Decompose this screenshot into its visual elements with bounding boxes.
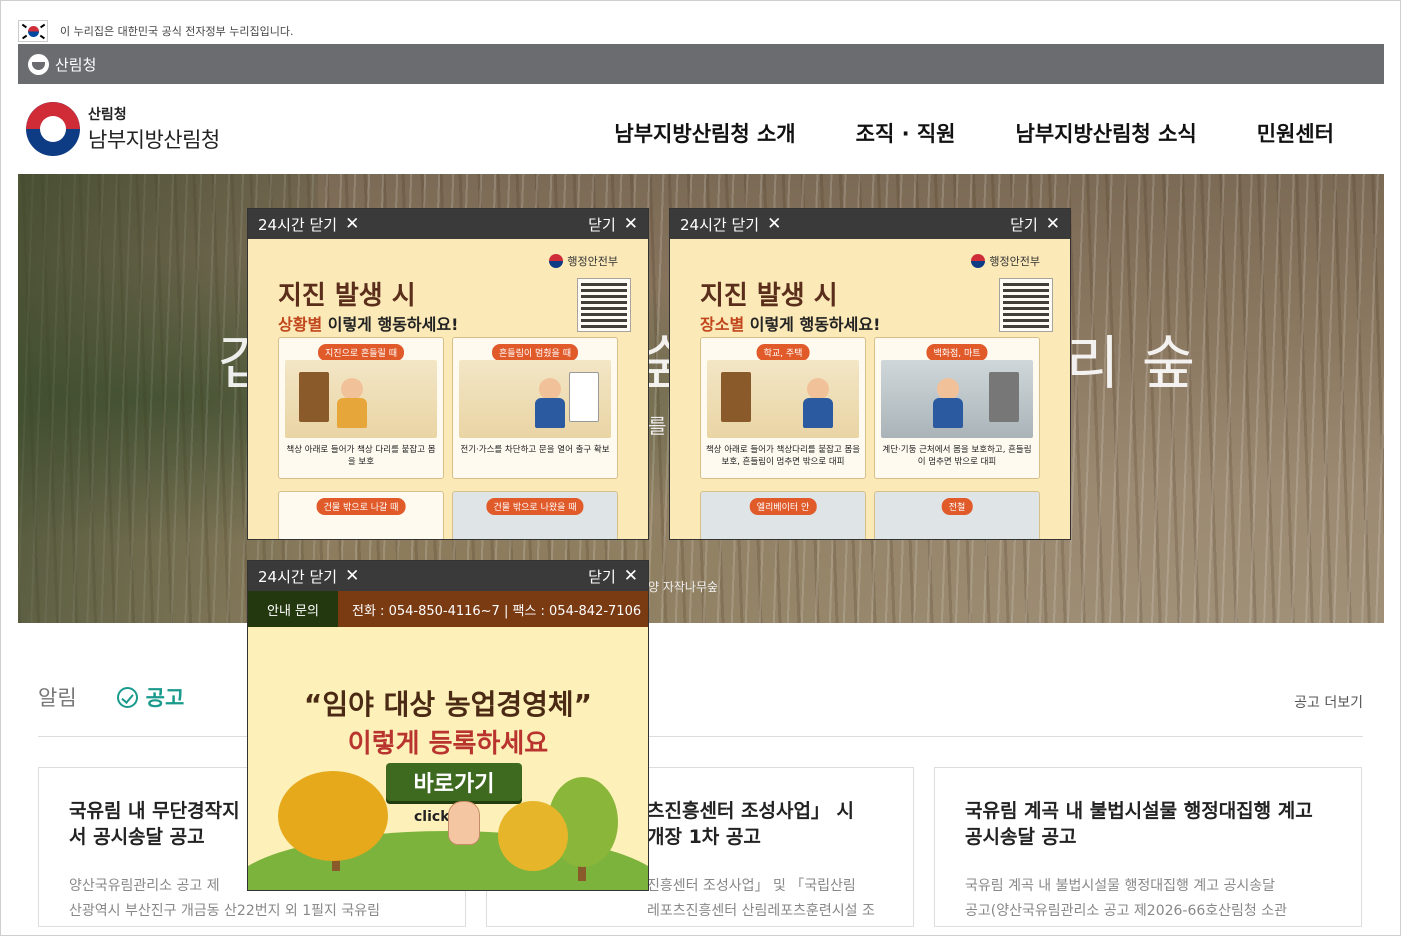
guide-panel: 지진으로 흔들릴 때 책상 아래로 들어가 책상 다리를 붙잡고 몸을 보호 (278, 337, 444, 479)
notice-card-desc: 국유림 계곡 내 불법시설물 행정대집행 계고 공시송달 공고(양산국유림관리소… (965, 878, 1288, 919)
guide-panel: 엘리베이터 안 (700, 491, 866, 539)
close-icon: ✕ (767, 213, 782, 234)
close-button[interactable]: 닫기 ✕ (588, 566, 638, 587)
tab-alarm[interactable]: 알림 (38, 682, 77, 712)
nav-item-intro[interactable]: 남부지방산림청 소개 (614, 118, 795, 148)
tab-notice[interactable]: 공고 (116, 682, 185, 712)
ministry-label: 행정안전부 (549, 253, 618, 269)
nav-item-organization[interactable]: 조직 · 직원 (856, 118, 956, 148)
nav-item-news[interactable]: 남부지방산림청 소식 (1016, 118, 1197, 148)
hero-caption: 양 자작나무숲 (648, 580, 719, 594)
close-icon: ✕ (345, 213, 360, 234)
guide-panel: 학교, 주택 책상 아래로 들어가 책상다리를 붙잡고 몸을 보호, 흔들림이 … (700, 337, 866, 479)
popup-subheading: 상황별 이렇게 행동하세요! (278, 315, 459, 334)
agency-bar: 산림청 (18, 44, 1384, 84)
hero-subtitle-fragment: 를 (648, 414, 667, 438)
click-label: click (414, 809, 450, 825)
popup-earthquake-place: 24시간 닫기 ✕ 닫기 ✕ 행정안전부 지진 발생 시 장소별 이렇게 행동하세요… (669, 208, 1071, 540)
close-button[interactable]: 닫기 ✕ (588, 214, 638, 235)
popup-heading: 지진 발생 시 (278, 281, 416, 311)
tree-illustration (498, 801, 568, 871)
ministry-label: 행정안전부 (971, 253, 1040, 269)
contact-label: 안내 문의 (248, 591, 338, 627)
forest-service-logo-icon (28, 53, 49, 75)
close-icon: ✕ (623, 213, 638, 234)
guide-panel: 흔들림이 멈췄을 때 전기·가스를 차단하고 문을 열어 출구 확보 (452, 337, 618, 479)
site-header: 산림청 남부지방산림청 남부지방산림청 소개 조직 · 직원 남부지방산림청 소… (18, 84, 1384, 174)
agency-bar-link[interactable]: 산림청 (55, 54, 96, 75)
close-24h-button[interactable]: 24시간 닫기 ✕ (258, 214, 359, 235)
logo-sub-text: 산림청 (88, 107, 127, 123)
guide-panel: 백화점, 마트 계단·기둥 근처에서 몸을 보호하고, 흔들림이 멈추면 밖으로… (874, 337, 1040, 479)
guide-panel: 건물 밖으로 나갈 때 (278, 491, 444, 539)
qr-code-icon (577, 278, 631, 332)
main-navigation: 남부지방산림청 소개 조직 · 직원 남부지방산림청 소식 민원센터 (614, 118, 1334, 148)
shortcut-button[interactable]: 바로가기 (386, 763, 522, 801)
qr-code-icon (999, 278, 1053, 332)
popup-titlebar: 24시간 닫기 ✕ 닫기 ✕ (248, 561, 648, 591)
close-icon: ✕ (1045, 213, 1060, 234)
popup-earthquake-situation: 24시간 닫기 ✕ 닫기 ✕ 행정안전부 지진 발생 시 상황별 이렇게 행동하세요… (247, 208, 649, 540)
notice-card-title: 국유림 계곡 내 불법시설물 행정대집행 계고 공시송달 공고 (965, 800, 1313, 848)
guide-panel: 건물 밖으로 나왔을 때 (452, 491, 618, 539)
popup-image[interactable]: 행정안전부 지진 발생 시 장소별 이렇게 행동하세요! 학교, 주택 책상 아… (670, 239, 1070, 539)
notice-divider (38, 736, 1363, 737)
site-logo[interactable]: 산림청 남부지방산림청 (26, 102, 220, 156)
close-button[interactable]: 닫기 ✕ (1010, 214, 1060, 235)
logo-main-text: 남부지방산림청 (88, 128, 220, 152)
notice-tabs: 알림 공고 (38, 682, 184, 712)
popup-image[interactable]: 안내 문의 전화 : 054-850-4116~7 | 팩스 : 054-842… (248, 591, 648, 890)
close-24h-button[interactable]: 24시간 닫기 ✕ (258, 566, 359, 587)
contact-info-bar: 안내 문의 전화 : 054-850-4116~7 | 팩스 : 054-842… (248, 591, 648, 627)
guide-panel: 전철 (874, 491, 1040, 539)
check-circle-icon (116, 686, 138, 708)
hero-title-right: 리 숲 (1066, 329, 1198, 397)
gov-banner-text: 이 누리집은 대한민국 공식 전자정부 누리집입니다. (60, 25, 294, 38)
popup-image[interactable]: 행정안전부 지진 발생 시 상황별 이렇게 행동하세요! 지진으로 흔들릴 때 … (248, 239, 648, 539)
close-icon: ✕ (345, 565, 360, 586)
tab-notice-label: 공고 (145, 686, 185, 710)
notice-more-link[interactable]: 공고 더보기 (1294, 692, 1363, 712)
popup-farm-registration: 24시간 닫기 ✕ 닫기 ✕ 안내 문의 전화 : 054-850-4116~7 |… (247, 560, 649, 891)
close-24h-button[interactable]: 24시간 닫기 ✕ (680, 214, 781, 235)
nav-item-civil-service[interactable]: 민원센터 (1257, 118, 1334, 148)
promo-quote: “임야 대상 농업경영체” (303, 688, 593, 721)
contact-value: 전화 : 054-850-4116~7 | 팩스 : 054-842-7106 (338, 591, 648, 627)
notice-card[interactable]: 국유림 계곡 내 불법시설물 행정대집행 계고 공시송달 공고 국유림 계곡 내… (934, 767, 1362, 927)
close-icon: ✕ (623, 565, 638, 586)
notice-card-title: 츠진흥센터 조성사업」 시 개장 1차 공고 (647, 800, 855, 848)
pointing-hand-icon (448, 801, 480, 845)
popup-titlebar: 24시간 닫기 ✕ 닫기 ✕ (248, 209, 648, 239)
popup-subheading: 장소별 이렇게 행동하세요! (700, 315, 881, 334)
government-emblem-icon (26, 102, 80, 156)
tree-illustration (278, 771, 388, 861)
popup-titlebar: 24시간 닫기 ✕ 닫기 ✕ (670, 209, 1070, 239)
korea-flag-icon (18, 20, 48, 42)
promo-subtitle: 이렇게 등록하세요 (347, 729, 549, 759)
gov-official-banner: 이 누리집은 대한민국 공식 전자정부 누리집입니다. (18, 18, 1384, 44)
popup-heading: 지진 발생 시 (700, 281, 838, 311)
